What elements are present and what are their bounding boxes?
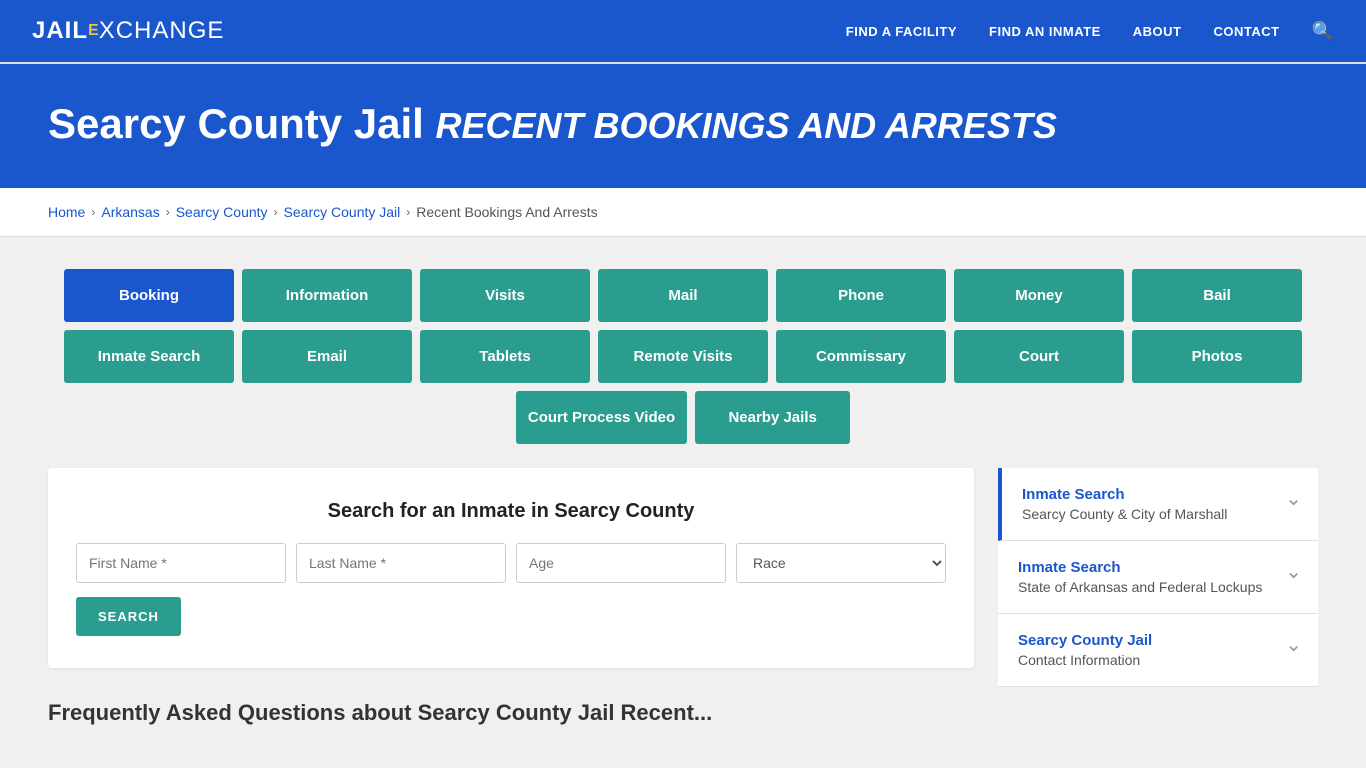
btn-email[interactable]: Email bbox=[242, 330, 412, 383]
search-button[interactable]: SEARCH bbox=[76, 597, 181, 636]
sidebar-item-2[interactable]: Inmate Search State of Arkansas and Fede… bbox=[998, 541, 1318, 614]
btn-tablets[interactable]: Tablets bbox=[420, 330, 590, 383]
buttons-row-2: Inmate Search Email Tablets Remote Visit… bbox=[48, 330, 1318, 383]
nav-contact[interactable]: CONTACT bbox=[1213, 24, 1279, 39]
last-name-input[interactable] bbox=[296, 543, 506, 583]
breadcrumb-sep-2: › bbox=[166, 205, 170, 219]
sidebar-item-2-text: Inmate Search State of Arkansas and Fede… bbox=[1018, 559, 1262, 595]
race-select[interactable]: Race White Black Hispanic Asian Other bbox=[736, 543, 946, 583]
btn-commissary[interactable]: Commissary bbox=[776, 330, 946, 383]
breadcrumb-searcy-county[interactable]: Searcy County bbox=[176, 204, 268, 220]
breadcrumb-sep-4: › bbox=[406, 205, 410, 219]
breadcrumb-bar: Home › Arkansas › Searcy County › Searcy… bbox=[0, 188, 1366, 237]
search-fields: Race White Black Hispanic Asian Other bbox=[76, 543, 946, 583]
nav-find-inmate[interactable]: FIND AN INMATE bbox=[989, 24, 1101, 39]
buttons-row-1: Booking Information Visits Mail Phone Mo… bbox=[48, 269, 1318, 322]
sidebar-item-1-sub: Searcy County & City of Marshall bbox=[1022, 506, 1227, 522]
sidebar-item-3[interactable]: Searcy County Jail Contact Information ⌄ bbox=[998, 614, 1318, 687]
breadcrumb-home[interactable]: Home bbox=[48, 204, 85, 220]
breadcrumb: Home › Arkansas › Searcy County › Searcy… bbox=[48, 204, 1318, 220]
buttons-row-3: Court Process Video Nearby Jails bbox=[48, 391, 1318, 444]
sidebar-item-1-text: Inmate Search Searcy County & City of Ma… bbox=[1022, 486, 1227, 522]
age-input[interactable] bbox=[516, 543, 726, 583]
faq-title: Frequently Asked Questions about Searcy … bbox=[48, 692, 974, 726]
btn-mail[interactable]: Mail bbox=[598, 269, 768, 322]
hero-section: Searcy County Jail RECENT BOOKINGS AND A… bbox=[0, 64, 1366, 188]
sidebar-item-3-text: Searcy County Jail Contact Information bbox=[1018, 632, 1152, 668]
btn-inmate-search[interactable]: Inmate Search bbox=[64, 330, 234, 383]
chevron-down-icon-1: ⌄ bbox=[1285, 486, 1302, 511]
btn-remote-visits[interactable]: Remote Visits bbox=[598, 330, 768, 383]
main-panel: Search for an Inmate in Searcy County Ra… bbox=[48, 468, 974, 726]
breadcrumb-sep-1: › bbox=[91, 205, 95, 219]
breadcrumb-jail[interactable]: Searcy County Jail bbox=[284, 204, 401, 220]
breadcrumb-sep-3: › bbox=[274, 205, 278, 219]
logo-exchange-text: XCHANGE bbox=[99, 17, 225, 45]
navbar-links: FIND A FACILITY FIND AN INMATE ABOUT CON… bbox=[846, 21, 1334, 42]
nav-about[interactable]: ABOUT bbox=[1133, 24, 1182, 39]
btn-court-process-video[interactable]: Court Process Video bbox=[516, 391, 687, 444]
chevron-down-icon-3: ⌄ bbox=[1285, 632, 1302, 657]
navbar: JAILEXCHANGE FIND A FACILITY FIND AN INM… bbox=[0, 0, 1366, 64]
btn-court[interactable]: Court bbox=[954, 330, 1124, 383]
btn-money[interactable]: Money bbox=[954, 269, 1124, 322]
chevron-down-icon-2: ⌄ bbox=[1285, 559, 1302, 584]
buttons-section: Booking Information Visits Mail Phone Mo… bbox=[48, 269, 1318, 444]
sidebar-item-3-sub: Contact Information bbox=[1018, 652, 1152, 668]
content-area: Search for an Inmate in Searcy County Ra… bbox=[48, 468, 1318, 726]
sidebar-panel: Inmate Search Searcy County & City of Ma… bbox=[998, 468, 1318, 726]
logo-x-letter: E bbox=[88, 22, 99, 40]
btn-booking[interactable]: Booking bbox=[64, 269, 234, 322]
sidebar-item-2-heading: Inmate Search bbox=[1018, 559, 1262, 576]
search-box: Search for an Inmate in Searcy County Ra… bbox=[48, 468, 974, 668]
btn-visits[interactable]: Visits bbox=[420, 269, 590, 322]
btn-information[interactable]: Information bbox=[242, 269, 412, 322]
search-icon[interactable]: 🔍 bbox=[1312, 21, 1334, 42]
btn-nearby-jails[interactable]: Nearby Jails bbox=[695, 391, 850, 444]
sidebar-item-1-heading: Inmate Search bbox=[1022, 486, 1227, 503]
btn-phone[interactable]: Phone bbox=[776, 269, 946, 322]
sidebar-item-3-heading: Searcy County Jail bbox=[1018, 632, 1152, 649]
logo[interactable]: JAILEXCHANGE bbox=[32, 17, 224, 45]
sidebar-item-1[interactable]: Inmate Search Searcy County & City of Ma… bbox=[998, 468, 1318, 541]
btn-photos[interactable]: Photos bbox=[1132, 330, 1302, 383]
search-box-title: Search for an Inmate in Searcy County bbox=[76, 500, 946, 523]
nav-find-facility[interactable]: FIND A FACILITY bbox=[846, 24, 957, 39]
breadcrumb-current: Recent Bookings And Arrests bbox=[416, 204, 597, 220]
breadcrumb-arkansas[interactable]: Arkansas bbox=[101, 204, 159, 220]
main-content: Booking Information Visits Mail Phone Mo… bbox=[0, 237, 1366, 758]
sidebar-item-2-sub: State of Arkansas and Federal Lockups bbox=[1018, 579, 1262, 595]
hero-title-subtitle: RECENT BOOKINGS AND ARRESTS bbox=[436, 105, 1057, 146]
first-name-input[interactable] bbox=[76, 543, 286, 583]
page-title: Searcy County Jail RECENT BOOKINGS AND A… bbox=[48, 100, 1318, 148]
hero-title-main: Searcy County Jail bbox=[48, 100, 424, 147]
logo-jail-text: JAIL bbox=[32, 17, 88, 45]
btn-bail[interactable]: Bail bbox=[1132, 269, 1302, 322]
